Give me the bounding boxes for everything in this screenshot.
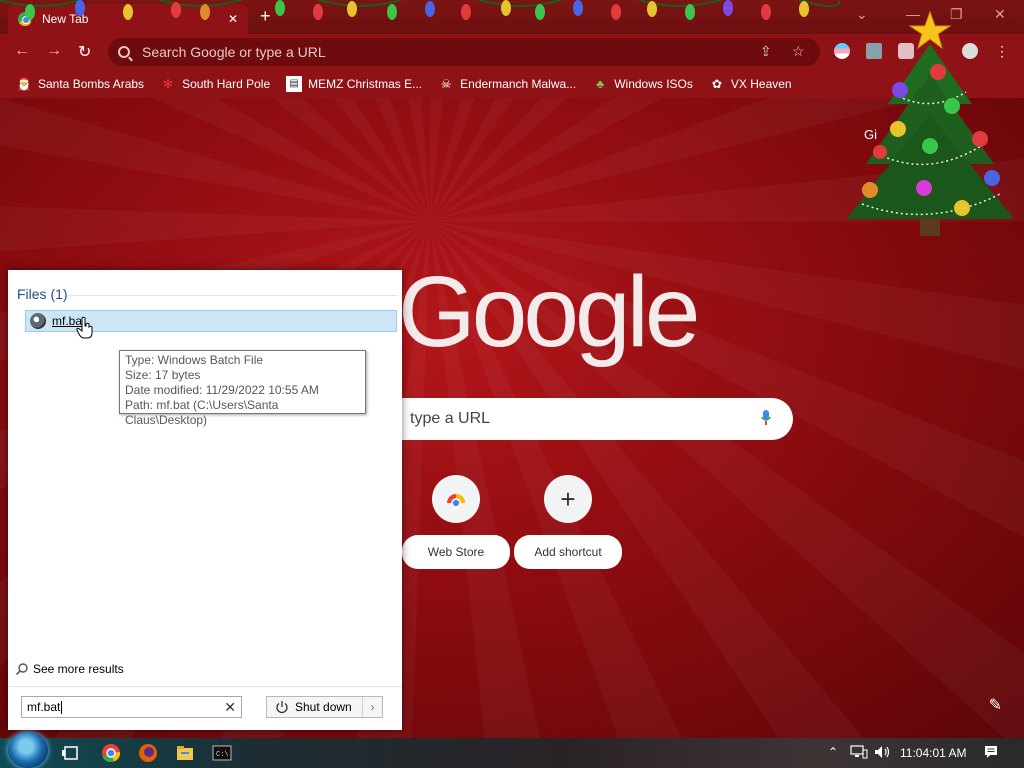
start-search-input[interactable]: mf.bat ✕ bbox=[21, 696, 242, 718]
christmas-lights-decoration bbox=[0, 0, 840, 20]
search-query-text: mf.bat bbox=[27, 700, 61, 714]
shortcut-label: Web Store bbox=[402, 535, 510, 569]
search-icon bbox=[118, 46, 130, 58]
command-prompt-icon[interactable]: C:\ bbox=[212, 743, 232, 763]
back-icon[interactable]: ← bbox=[14, 42, 30, 60]
files-group-header[interactable]: Files (1) bbox=[17, 286, 68, 302]
bookmark-endermanch-malware[interactable]: ☠ Endermanch Malwa... bbox=[438, 76, 576, 92]
bookmark-windows-isos[interactable]: ♣ Windows ISOs bbox=[592, 76, 693, 92]
web-store-icon bbox=[432, 475, 480, 523]
shortcut-label: Add shortcut bbox=[514, 535, 622, 569]
bookmark-label: VX Heaven bbox=[730, 77, 792, 91]
bookmark-star-icon[interactable]: ☆ bbox=[792, 43, 805, 60]
tooltip-path: Path: mf.bat (C:\Users\Santa Claus\Deskt… bbox=[125, 398, 279, 427]
bookmark-label: MEMZ Christmas E... bbox=[308, 77, 423, 91]
action-center-icon[interactable] bbox=[984, 745, 998, 759]
bookmark-label: Windows ISOs bbox=[614, 77, 693, 91]
see-more-results-link[interactable]: See more results bbox=[16, 662, 124, 676]
tray-overflow-chevron-icon[interactable]: ⌃ bbox=[828, 745, 838, 759]
ntp-search-placeholder: type a URL bbox=[410, 410, 491, 427]
bookmark-santa-bombs-arabs[interactable]: 🎅 Santa Bombs Arabs bbox=[16, 76, 145, 92]
page-icon: ▤ bbox=[286, 76, 303, 92]
task-view-icon[interactable] bbox=[60, 743, 80, 763]
skull-icon: ☠ bbox=[440, 77, 452, 91]
shut-down-label: Shut down bbox=[295, 700, 352, 714]
shortcut-web-store[interactable]: Web Store bbox=[402, 475, 510, 569]
bookmark-vx-heaven[interactable]: ✿ VX Heaven bbox=[709, 76, 792, 92]
clear-search-icon[interactable]: ✕ bbox=[224, 699, 236, 716]
bookmark-south-hard-pole[interactable]: ✻ South Hard Pole bbox=[160, 76, 270, 92]
vx-icon: ✿ bbox=[711, 77, 722, 91]
file-info-tooltip: Type: Windows Batch File Size: 17 bytes … bbox=[119, 350, 366, 427]
bookmark-label: Santa Bombs Arabs bbox=[38, 77, 145, 91]
tooltip-size: Size: 17 bytes bbox=[125, 368, 201, 382]
customize-pencil-icon[interactable]: ✎ bbox=[989, 695, 1002, 715]
taskbar-clock[interactable]: 11:04:01 AM bbox=[900, 746, 967, 760]
shortcut-add[interactable]: + Add shortcut bbox=[514, 475, 622, 569]
taskbar: C:\ ⌃ 11:04:01 AM bbox=[0, 732, 1024, 768]
tooltip-date-modified: Date modified: 11/29/2022 10:55 AM bbox=[125, 383, 319, 397]
omnibox-placeholder: Search Google or type a URL bbox=[142, 44, 326, 60]
shut-down-button[interactable]: Shut down › bbox=[266, 696, 383, 718]
microphone-icon[interactable] bbox=[761, 410, 771, 426]
batch-file-icon bbox=[30, 313, 46, 329]
text-caret bbox=[61, 700, 63, 714]
divider bbox=[8, 686, 402, 687]
elf-icon: ♣ bbox=[596, 77, 605, 91]
bookmark-label: South Hard Pole bbox=[182, 77, 271, 91]
share-icon[interactable]: ⇪ bbox=[760, 43, 772, 60]
omnibox[interactable]: Search Google or type a URL ⇪ ☆ bbox=[108, 38, 820, 66]
start-menu-search-panel: Files (1) mf.bat See more results mf.bat… bbox=[8, 270, 402, 730]
shutdown-options-arrow-icon[interactable]: › bbox=[362, 697, 382, 717]
new-tab-button[interactable]: + bbox=[260, 6, 271, 27]
tooltip-type: Type: Windows Batch File bbox=[125, 353, 264, 367]
ntp-search-box[interactable]: type a URL bbox=[398, 398, 793, 440]
firefox-icon[interactable] bbox=[138, 743, 158, 763]
network-icon[interactable] bbox=[850, 745, 868, 759]
volume-icon[interactable] bbox=[874, 745, 892, 759]
see-more-label: See more results bbox=[33, 662, 124, 676]
christmas-tree-decoration bbox=[846, 10, 1014, 236]
chrome-icon[interactable] bbox=[101, 743, 121, 763]
bookmark-label: Endermanch Malwa... bbox=[460, 77, 577, 91]
start-button[interactable] bbox=[8, 732, 48, 768]
search-icon bbox=[16, 663, 28, 675]
bookmark-memz-christmas[interactable]: ▤ MEMZ Christmas E... bbox=[286, 76, 422, 92]
plus-icon: + bbox=[544, 475, 592, 523]
google-logo: Google bbox=[398, 256, 700, 368]
reload-icon[interactable]: ↻ bbox=[78, 42, 91, 62]
forward-icon[interactable]: → bbox=[46, 42, 62, 60]
hand-cursor-icon bbox=[76, 316, 93, 339]
file-explorer-icon[interactable] bbox=[175, 743, 195, 763]
svg-text:C:\: C:\ bbox=[216, 751, 229, 759]
divider bbox=[68, 295, 398, 296]
santa-icon: 🎅 bbox=[16, 77, 32, 91]
snowflake-icon: ✻ bbox=[163, 77, 174, 91]
power-icon bbox=[276, 701, 288, 714]
